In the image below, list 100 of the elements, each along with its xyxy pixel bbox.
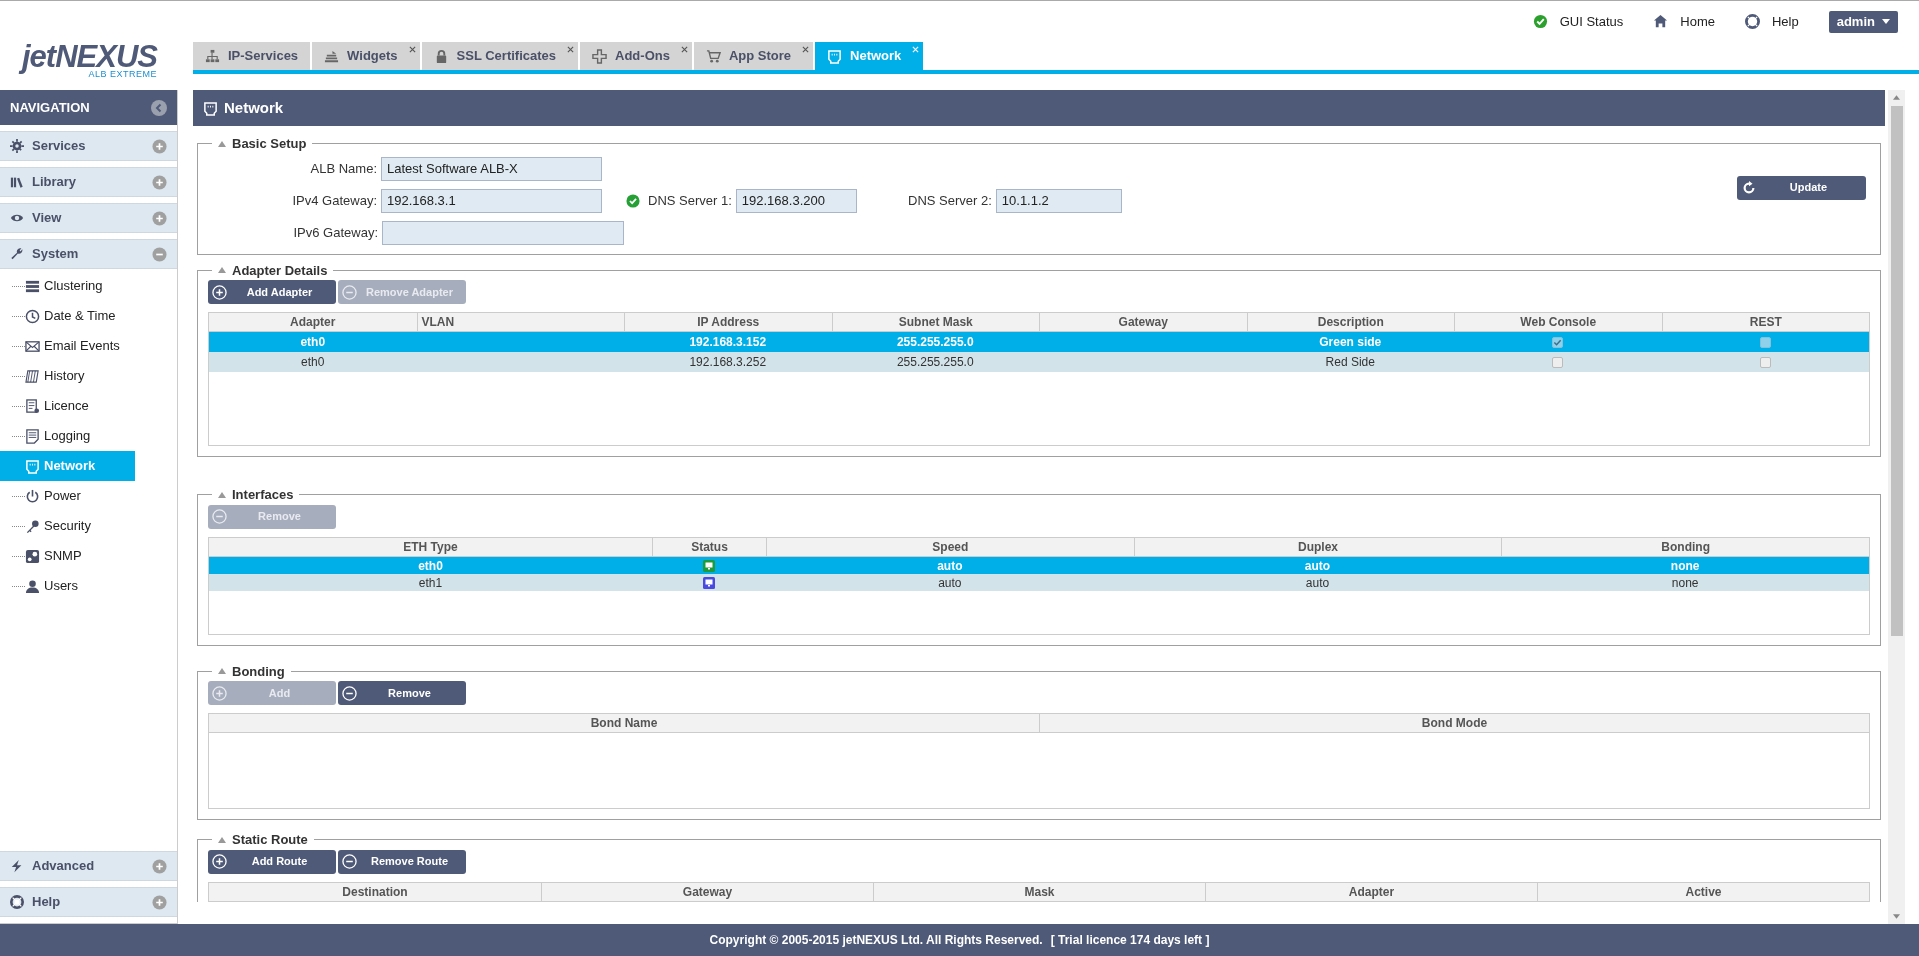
checkbox[interactable] xyxy=(1552,336,1564,348)
column-header: Bonding xyxy=(1501,537,1869,556)
close-icon[interactable] xyxy=(567,46,575,53)
section-title: Bonding xyxy=(232,662,285,681)
column-header: Web Console xyxy=(1454,313,1662,331)
expand-icon[interactable] xyxy=(152,894,167,910)
collapse-icon[interactable] xyxy=(218,267,226,274)
licence-status: [ Trial licence 174 days left ] xyxy=(1050,932,1210,949)
plus-icon xyxy=(592,48,608,64)
collapse-icon[interactable] xyxy=(218,836,226,843)
nav-section[interactable]: Advanced xyxy=(0,851,177,881)
table-cell-text: none xyxy=(1669,557,1701,575)
nav-section[interactable]: Services xyxy=(0,131,177,161)
scroll-up-icon[interactable] xyxy=(1893,95,1900,100)
table-cell-text: 255.255.255.0 xyxy=(895,334,975,351)
document-icon xyxy=(25,428,40,444)
table-cell-text: eth0 xyxy=(299,334,327,351)
close-icon[interactable] xyxy=(408,46,416,53)
node-icon xyxy=(25,548,40,564)
column-header: Adapter xyxy=(1205,882,1537,901)
nav-link[interactable]: Home xyxy=(1653,11,1715,32)
column-header: ETH Type xyxy=(402,538,459,556)
nav-section[interactable]: Library xyxy=(0,167,177,197)
input-field[interactable]: Latest Software ALB-X xyxy=(381,156,602,181)
table-cell-text: auto xyxy=(937,574,963,592)
nav-section[interactable]: System xyxy=(0,239,177,269)
nav-item[interactable]: Security xyxy=(25,511,91,541)
collapse-icon[interactable] xyxy=(218,140,226,147)
collapse-icon[interactable] xyxy=(218,668,226,675)
nav-link[interactable]: GUI Status xyxy=(1532,11,1624,32)
nav-item[interactable]: Email Events xyxy=(25,331,120,361)
nav-item[interactable]: Power xyxy=(25,481,81,511)
table-cell-text: eth1 xyxy=(417,574,444,592)
tab[interactable]: Widgets xyxy=(312,42,420,70)
update-button[interactable]: Update xyxy=(1737,175,1866,200)
layers-icon xyxy=(324,48,340,64)
collapse-icon[interactable] xyxy=(152,246,167,262)
remove-icon xyxy=(342,284,357,300)
expand-icon[interactable] xyxy=(152,138,167,154)
tab[interactable]: App Store xyxy=(693,42,814,70)
table-cell-text: eth0 xyxy=(300,354,326,371)
column-header: Bond Mode xyxy=(1039,714,1869,732)
tab[interactable]: SSL Certificates xyxy=(421,42,579,70)
section-title: Static Route xyxy=(232,831,308,849)
expand-icon[interactable] xyxy=(152,858,167,874)
column-header: Destination xyxy=(341,883,409,901)
refresh-icon xyxy=(1742,180,1756,195)
remove-icon xyxy=(342,854,357,869)
table-cell-text: 192.168.3.252 xyxy=(688,354,768,371)
table-row[interactable]: eth0 192.168.3.252 255.255.255.0 Red Side xyxy=(209,352,1869,372)
remove-icon xyxy=(212,509,227,524)
nav-item[interactable]: Licence xyxy=(25,391,89,421)
add-button[interactable]: Add Adapter xyxy=(208,280,336,304)
wrench-icon xyxy=(10,247,24,261)
nav-item[interactable]: SNMP xyxy=(25,541,82,571)
bolt-icon xyxy=(10,859,24,873)
scrollbar[interactable] xyxy=(1888,90,1905,924)
checkbox[interactable] xyxy=(1759,336,1771,348)
lifebuoy-icon xyxy=(10,895,24,909)
nav-item[interactable]: History xyxy=(25,361,85,391)
scroll-down-icon[interactable] xyxy=(1893,914,1900,919)
nav-item[interactable]: Date & Time xyxy=(25,301,116,331)
expand-icon[interactable] xyxy=(152,210,167,226)
nav-section[interactable]: Help xyxy=(0,887,177,917)
close-icon[interactable] xyxy=(802,46,810,53)
column-header: Gateway xyxy=(541,882,873,901)
field-label: IPv6 Gateway: xyxy=(293,223,378,242)
column-header: Gateway xyxy=(1039,313,1247,331)
key-icon xyxy=(25,518,40,534)
checkbox[interactable] xyxy=(1759,356,1771,368)
user-menu[interactable]: admin xyxy=(1828,10,1898,33)
input-field[interactable]: 192.168.3.200 xyxy=(735,188,857,213)
table-cell-text: auto xyxy=(1303,557,1332,575)
field-label: DNS Server 2: xyxy=(908,191,992,210)
tab[interactable]: IP-Services xyxy=(193,42,311,70)
column-header: Status xyxy=(652,537,766,556)
nav-item[interactable]: Logging xyxy=(25,421,91,451)
tab[interactable]: Add-Ons xyxy=(580,42,692,70)
lifebuoy-icon xyxy=(1744,14,1760,29)
nav-link[interactable]: Help xyxy=(1744,11,1799,32)
input-field[interactable]: 10.1.1.2 xyxy=(995,188,1122,213)
nav-item[interactable]: Users xyxy=(25,571,78,601)
add-button[interactable]: Add Route xyxy=(208,849,336,874)
input-field[interactable]: 192.168.3.1 xyxy=(381,188,602,213)
checkbox[interactable] xyxy=(1552,356,1564,368)
nav-item[interactable]: Clustering xyxy=(25,271,103,301)
collapse-icon[interactable] xyxy=(151,99,167,116)
remove-button[interactable]: Remove Route xyxy=(338,849,466,874)
remove-button[interactable]: Remove xyxy=(338,681,466,705)
expand-icon[interactable] xyxy=(152,174,167,190)
collapse-icon[interactable] xyxy=(218,491,226,498)
close-icon[interactable] xyxy=(680,46,688,53)
clock-icon xyxy=(25,308,40,324)
input-field[interactable] xyxy=(382,220,624,245)
nav-section[interactable]: View xyxy=(0,203,177,233)
check-icon xyxy=(1532,14,1548,29)
server-icon xyxy=(25,278,40,294)
section-title: Interfaces xyxy=(232,486,294,504)
field-label: ALB Name: xyxy=(310,159,377,178)
add-icon xyxy=(212,685,227,701)
